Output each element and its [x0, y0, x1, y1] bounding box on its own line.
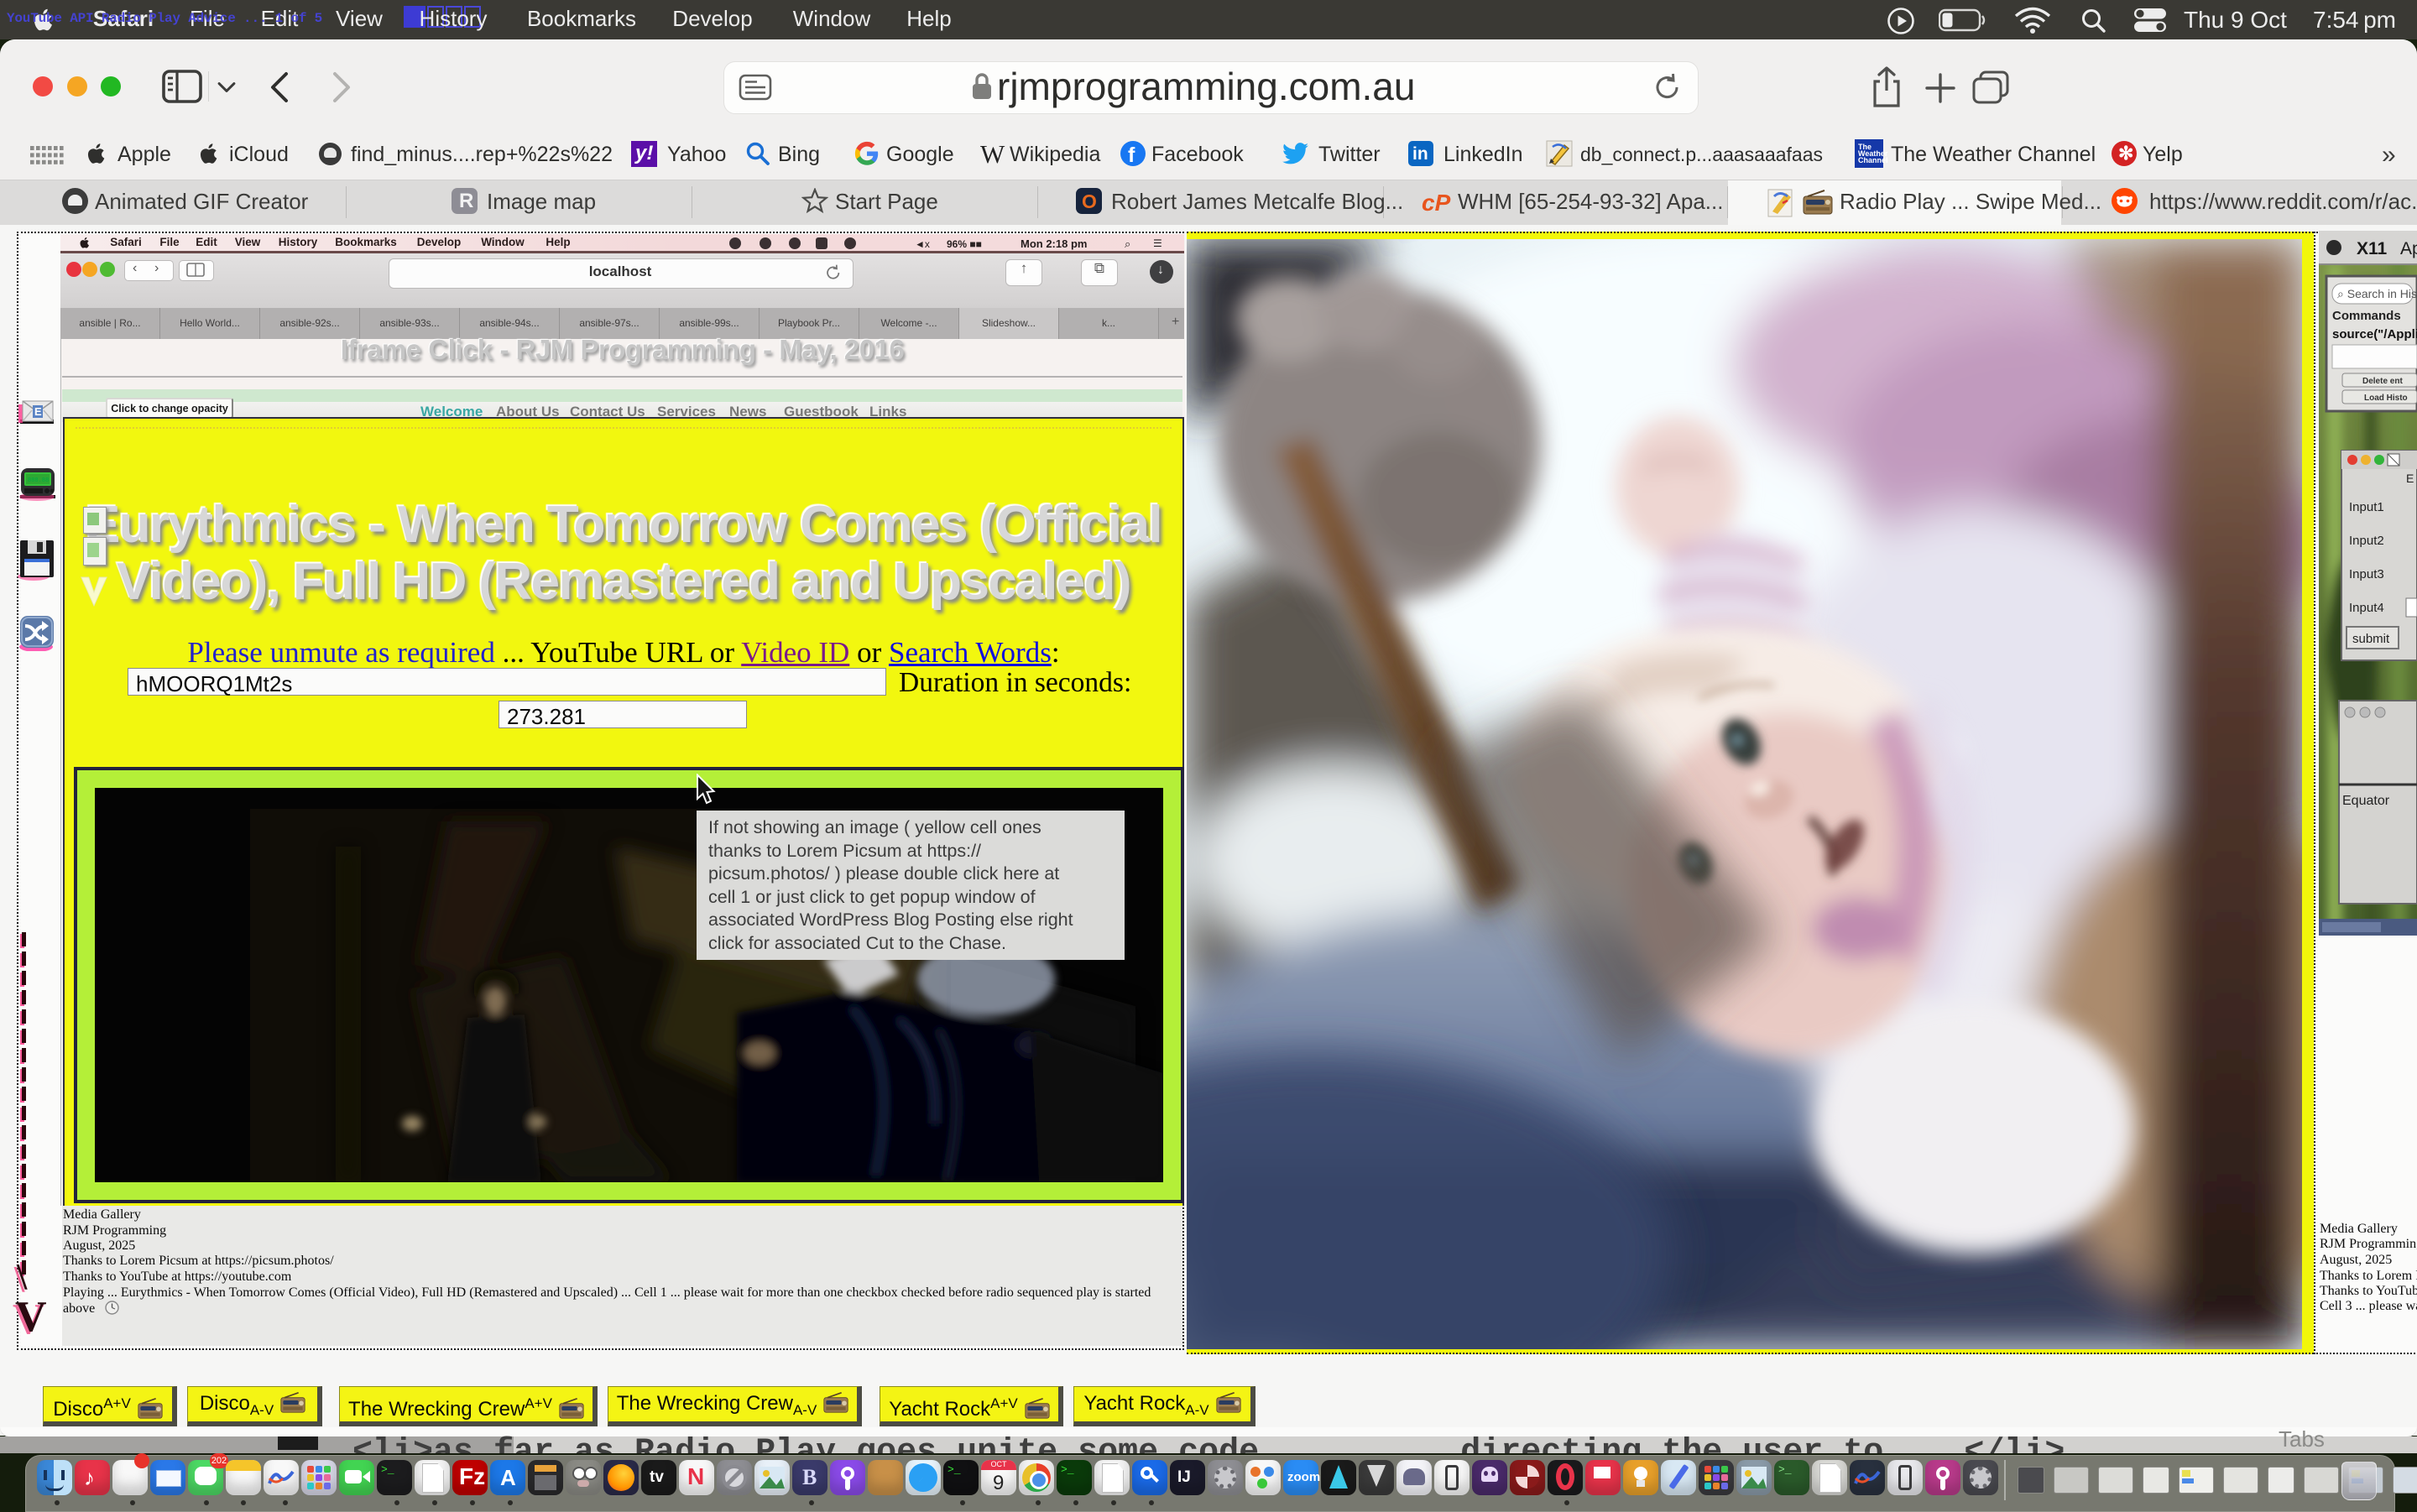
svg-text:Commands: Commands — [2332, 309, 2401, 323]
svg-text:Equator: Equator — [2342, 794, 2390, 808]
svg-text:Input3: Input3 — [2349, 567, 2384, 581]
svg-text:Input2: Input2 — [2349, 534, 2384, 548]
svg-text:888.88: 888.88 — [28, 477, 49, 484]
svg-text:E: E — [34, 405, 42, 418]
svg-text:Delete ent: Delete ent — [2362, 377, 2403, 386]
svg-text:Load Histo: Load Histo — [2364, 394, 2408, 403]
svg-text:Input4: Input4 — [2349, 601, 2384, 615]
svg-text:⌕ Search in Hist: ⌕ Search in Hist — [2337, 287, 2417, 300]
svg-text:source("/Appli: source("/Appli — [2332, 327, 2417, 342]
svg-text:E: E — [2406, 472, 2414, 485]
svg-text:submit: submit — [2352, 632, 2390, 646]
svg-text:Ap: Ap — [2400, 239, 2417, 258]
svg-text:X11: X11 — [2357, 239, 2388, 258]
svg-text:Input1: Input1 — [2349, 500, 2384, 514]
